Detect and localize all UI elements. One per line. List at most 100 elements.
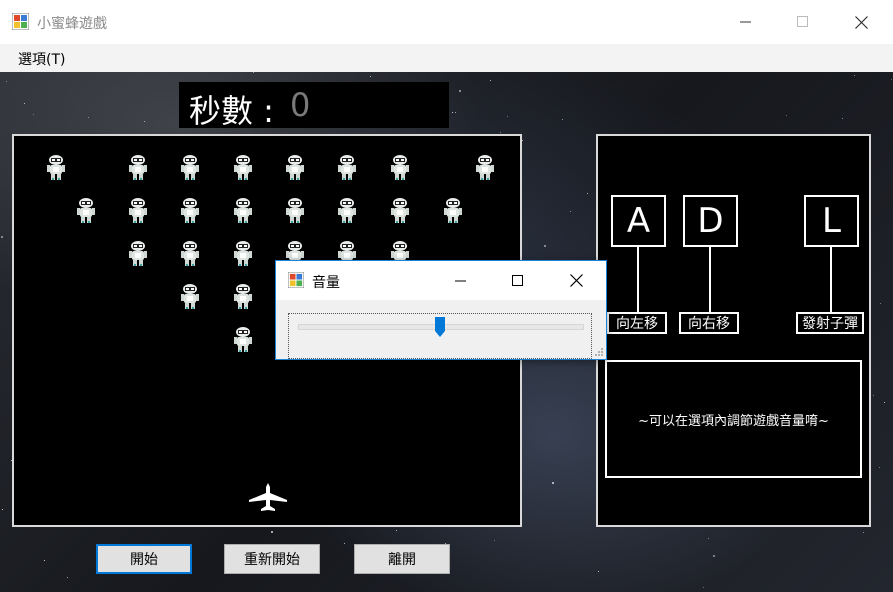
star [67, 577, 68, 578]
enemy-bee-icon [337, 154, 357, 182]
star [33, 114, 34, 115]
star [452, 112, 453, 113]
menu-options[interactable]: 選項(T) [18, 49, 65, 69]
star [786, 115, 787, 116]
volume-dialog-title: 音量 [312, 275, 340, 291]
volume-slider-thumb[interactable] [434, 316, 446, 338]
enemy-bee-icon [180, 240, 200, 268]
enemy-bee-icon [390, 154, 410, 182]
title-bar[interactable]: 小蜜蜂遊戲 [0, 0, 893, 45]
enemy-bee-icon [46, 154, 66, 182]
star [1, 236, 3, 238]
star [842, 118, 843, 119]
key-l-label: 發射子彈 [796, 312, 864, 334]
star [708, 538, 709, 539]
enemy-bee-icon [180, 197, 200, 225]
timer-value: 0 [290, 86, 311, 124]
key-l-connector [830, 247, 832, 312]
star [459, 90, 461, 92]
close-icon [569, 274, 583, 287]
star [344, 543, 345, 544]
dialog-app-icon [288, 272, 304, 288]
game-window: 小蜜蜂遊戲 選項(T) 秒數 : 0 A 向左移 D 向右移 L 發射子彈 ~可… [0, 0, 893, 592]
volume-dialog-titlebar[interactable]: 音量 [276, 261, 606, 300]
enemy-bee-icon [180, 283, 200, 311]
maximize-icon [797, 16, 808, 27]
star [24, 103, 25, 104]
star [570, 211, 571, 212]
key-l-box: L [804, 195, 859, 247]
app-icon [12, 13, 29, 30]
key-a-connector [637, 247, 639, 312]
enemy-bee-icon [443, 197, 463, 225]
star [598, 571, 599, 572]
window-title: 小蜜蜂遊戲 [37, 16, 107, 32]
enemy-bee-icon [233, 326, 253, 354]
star [884, 402, 885, 403]
dialog-maximize-button[interactable] [490, 261, 546, 300]
enemy-bee-icon [76, 197, 96, 225]
enemy-bee-icon [337, 197, 357, 225]
player-plane-icon [249, 483, 287, 511]
star [587, 193, 588, 194]
key-a-box: A [611, 195, 666, 247]
enemy-bee-icon [390, 197, 410, 225]
minimize-button[interactable] [717, 0, 775, 44]
enemy-bee-icon [128, 240, 148, 268]
star [552, 482, 554, 484]
enemy-bee-icon [128, 197, 148, 225]
key-d-connector [709, 247, 711, 312]
star [873, 395, 874, 396]
volume-slider[interactable] [288, 313, 592, 359]
maximize-icon [512, 274, 523, 286]
star [703, 587, 704, 588]
star [854, 75, 855, 76]
resize-grip-icon[interactable] [594, 347, 604, 357]
volume-hint: ~可以在選項內調節遊戲音量唷~ [605, 360, 862, 478]
timer-label: 秒數 : [189, 92, 274, 130]
star [396, 530, 397, 531]
enemy-bee-icon [233, 283, 253, 311]
star [490, 80, 491, 81]
key-a-label: 向左移 [607, 312, 667, 334]
start-button[interactable]: 開始 [96, 544, 192, 574]
close-icon [854, 15, 868, 29]
star [253, 72, 254, 73]
exit-button[interactable]: 離開 [354, 544, 450, 574]
star [880, 303, 881, 304]
enemy-bee-icon [233, 197, 253, 225]
enemy-bee-icon [180, 154, 200, 182]
menu-bar: 選項(T) [0, 44, 893, 72]
restart-button[interactable]: 重新開始 [224, 544, 320, 574]
dialog-minimize-button[interactable] [433, 261, 489, 300]
star [500, 132, 501, 133]
enemy-bee-icon [233, 154, 253, 182]
volume-dialog: 音量 [275, 260, 607, 360]
dialog-close-button[interactable] [548, 261, 604, 300]
enemy-bee-icon [128, 154, 148, 182]
enemy-bee-icon [285, 154, 305, 182]
star [863, 532, 864, 533]
star [562, 119, 563, 120]
key-d-label: 向右移 [679, 312, 739, 334]
enemy-bee-icon [233, 240, 253, 268]
star [494, 540, 495, 541]
enemy-bee-icon [285, 197, 305, 225]
maximize-button[interactable] [774, 0, 832, 44]
star [713, 555, 715, 557]
star [879, 467, 880, 468]
star [88, 117, 89, 118]
controls-panel: A 向左移 D 向右移 L 發射子彈 ~可以在選項內調節遊戲音量唷~ [596, 134, 871, 527]
key-d-box: D [683, 195, 738, 247]
minimize-icon [740, 21, 751, 23]
timer-display: 秒數 : 0 [179, 82, 449, 130]
minimize-icon [455, 280, 466, 281]
star [370, 76, 371, 77]
star [44, 560, 45, 561]
enemy-bee-icon [475, 154, 495, 182]
star [455, 112, 456, 113]
star [2, 509, 3, 510]
star [271, 531, 273, 533]
star [144, 121, 145, 122]
close-button[interactable] [832, 0, 890, 44]
